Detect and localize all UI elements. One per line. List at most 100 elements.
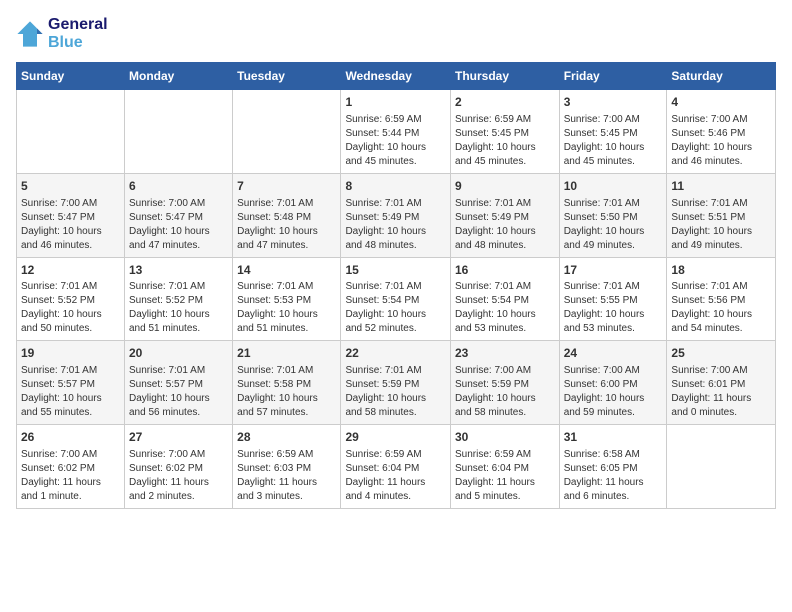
day-info: Sunrise: 7:01 AM Sunset: 5:50 PM Dayligh… [564,197,663,253]
day-info: Sunrise: 7:01 AM Sunset: 5:56 PM Dayligh… [671,280,771,336]
calendar-cell: 12Sunrise: 7:01 AM Sunset: 5:52 PM Dayli… [17,257,125,341]
day-info: Sunrise: 7:01 AM Sunset: 5:57 PM Dayligh… [21,364,120,420]
calendar-cell: 23 Sunrise: 7:00 AM Sunset: 5:59 PM Dayli… [450,341,559,425]
calendar-cell: 19 Sunrise: 7:01 AM Sunset: 5:57 PM Dayli… [17,341,125,425]
day-info: Sunrise: 6:59 AM Sunset: 6:04 PM Dayligh… [345,448,446,504]
day-number: 10 [564,178,663,195]
day-info: Sunrise: 6:58 AM Sunset: 6:05 PM Dayligh… [564,448,663,504]
calendar-cell: 31 Sunrise: 6:58 AM Sunset: 6:05 PM Dayli… [559,425,667,509]
day-number: 14 [237,262,336,279]
day-info: Sunrise: 7:00 AM Sunset: 5:45 PM Dayligh… [564,113,663,169]
day-info: Sunrise: 7:01 AM Sunset: 5:57 PM Dayligh… [129,364,228,420]
calendar-cell: 30 Sunrise: 6:59 AM Sunset: 6:04 PM Dayli… [450,425,559,509]
calendar-cell: 7 Sunrise: 7:01 AM Sunset: 5:48 PM Daylig… [233,173,341,257]
day-number: 22 [345,345,446,362]
day-number: 1 [345,94,446,111]
day-info: Sunrise: 7:00 AM Sunset: 6:01 PM Dayligh… [671,364,771,420]
calendar-cell: 15Sunrise: 7:01 AM Sunset: 5:54 PM Dayli… [341,257,451,341]
calendar-cell: 13Sunrise: 7:01 AM Sunset: 5:52 PM Dayli… [125,257,233,341]
calendar-cell [125,90,233,174]
day-number: 20 [129,345,228,362]
day-info: Sunrise: 7:00 AM Sunset: 5:47 PM Dayligh… [129,197,228,253]
calendar-week-row: 26 Sunrise: 7:00 AM Sunset: 6:02 PM Dayli… [17,425,776,509]
day-info: Sunrise: 7:00 AM Sunset: 6:02 PM Dayligh… [21,448,120,504]
calendar-cell: 22 Sunrise: 7:01 AM Sunset: 5:59 PM Dayli… [341,341,451,425]
calendar-cell: 27 Sunrise: 7:00 AM Sunset: 6:02 PM Dayli… [125,425,233,509]
header-saturday: Saturday [667,63,776,90]
day-number: 19 [21,345,120,362]
day-number: 27 [129,429,228,446]
calendar-cell: 5 Sunrise: 7:00 AM Sunset: 5:47 PM Daylig… [17,173,125,257]
calendar-week-row: 1 Sunrise: 6:59 AM Sunset: 5:44 PM Daylig… [17,90,776,174]
calendar-cell: 25Sunrise: 7:00 AM Sunset: 6:01 PM Dayli… [667,341,776,425]
day-number: 31 [564,429,663,446]
day-info: Sunrise: 7:00 AM Sunset: 5:59 PM Dayligh… [455,364,555,420]
day-info: Sunrise: 7:01 AM Sunset: 5:54 PM Dayligh… [345,280,446,336]
day-info: Sunrise: 7:00 AM Sunset: 6:02 PM Dayligh… [129,448,228,504]
day-info: Sunrise: 7:01 AM Sunset: 5:49 PM Dayligh… [345,197,446,253]
logo-text: General Blue [48,16,108,52]
day-number: 23 [455,345,555,362]
day-number: 8 [345,178,446,195]
day-number: 15 [345,262,446,279]
day-number: 26 [21,429,120,446]
day-number: 5 [21,178,120,195]
calendar-cell: 2Sunrise: 6:59 AM Sunset: 5:45 PM Daylig… [450,90,559,174]
header-wednesday: Wednesday [341,63,451,90]
day-number: 21 [237,345,336,362]
calendar-week-row: 5 Sunrise: 7:00 AM Sunset: 5:47 PM Daylig… [17,173,776,257]
calendar-cell: 26 Sunrise: 7:00 AM Sunset: 6:02 PM Dayli… [17,425,125,509]
calendar-cell: 24 Sunrise: 7:00 AM Sunset: 6:00 PM Dayli… [559,341,667,425]
calendar-cell: 20 Sunrise: 7:01 AM Sunset: 5:57 PM Dayli… [125,341,233,425]
day-info: Sunrise: 7:00 AM Sunset: 6:00 PM Dayligh… [564,364,663,420]
calendar-cell: 8 Sunrise: 7:01 AM Sunset: 5:49 PM Daylig… [341,173,451,257]
day-info: Sunrise: 7:01 AM Sunset: 5:52 PM Dayligh… [129,280,228,336]
day-number: 30 [455,429,555,446]
calendar-cell: 21 Sunrise: 7:01 AM Sunset: 5:58 PM Dayli… [233,341,341,425]
calendar-cell: 6Sunrise: 7:00 AM Sunset: 5:47 PM Daylig… [125,173,233,257]
day-number: 4 [671,94,771,111]
day-number: 28 [237,429,336,446]
calendar-cell: 10 Sunrise: 7:01 AM Sunset: 5:50 PM Dayli… [559,173,667,257]
logo-icon [16,20,44,48]
calendar-cell [667,425,776,509]
day-number: 16 [455,262,555,279]
day-info: Sunrise: 7:01 AM Sunset: 5:48 PM Dayligh… [237,197,336,253]
calendar-cell [17,90,125,174]
calendar-table: SundayMondayTuesdayWednesdayThursdayFrid… [16,62,776,509]
calendar-cell: 29 Sunrise: 6:59 AM Sunset: 6:04 PM Dayli… [341,425,451,509]
day-info: Sunrise: 7:00 AM Sunset: 5:46 PM Dayligh… [671,113,771,169]
calendar-cell [233,90,341,174]
day-info: Sunrise: 7:00 AM Sunset: 5:47 PM Dayligh… [21,197,120,253]
calendar-cell: 16Sunrise: 7:01 AM Sunset: 5:54 PM Dayli… [450,257,559,341]
calendar-cell: 3Sunrise: 7:00 AM Sunset: 5:45 PM Daylig… [559,90,667,174]
day-number: 9 [455,178,555,195]
day-number: 24 [564,345,663,362]
calendar-header-row: SundayMondayTuesdayWednesdayThursdayFrid… [17,63,776,90]
calendar-cell: 17Sunrise: 7:01 AM Sunset: 5:55 PM Dayli… [559,257,667,341]
calendar-week-row: 12Sunrise: 7:01 AM Sunset: 5:52 PM Dayli… [17,257,776,341]
day-info: Sunrise: 7:01 AM Sunset: 5:54 PM Dayligh… [455,280,555,336]
day-info: Sunrise: 7:01 AM Sunset: 5:52 PM Dayligh… [21,280,120,336]
day-info: Sunrise: 6:59 AM Sunset: 6:04 PM Dayligh… [455,448,555,504]
calendar-cell: 11Sunrise: 7:01 AM Sunset: 5:51 PM Dayli… [667,173,776,257]
day-info: Sunrise: 7:01 AM Sunset: 5:53 PM Dayligh… [237,280,336,336]
header-thursday: Thursday [450,63,559,90]
calendar-cell: 14Sunrise: 7:01 AM Sunset: 5:53 PM Dayli… [233,257,341,341]
calendar-cell: 4 Sunrise: 7:00 AM Sunset: 5:46 PM Daylig… [667,90,776,174]
day-number: 12 [21,262,120,279]
day-info: Sunrise: 6:59 AM Sunset: 5:45 PM Dayligh… [455,113,555,169]
day-number: 7 [237,178,336,195]
day-number: 11 [671,178,771,195]
day-info: Sunrise: 6:59 AM Sunset: 5:44 PM Dayligh… [345,113,446,169]
day-number: 18 [671,262,771,279]
header-tuesday: Tuesday [233,63,341,90]
day-info: Sunrise: 7:01 AM Sunset: 5:58 PM Dayligh… [237,364,336,420]
page-header: General Blue [16,16,776,52]
day-number: 29 [345,429,446,446]
calendar-cell: 9Sunrise: 7:01 AM Sunset: 5:49 PM Daylig… [450,173,559,257]
day-info: Sunrise: 7:01 AM Sunset: 5:55 PM Dayligh… [564,280,663,336]
day-info: Sunrise: 7:01 AM Sunset: 5:59 PM Dayligh… [345,364,446,420]
day-number: 17 [564,262,663,279]
calendar-week-row: 19 Sunrise: 7:01 AM Sunset: 5:57 PM Dayli… [17,341,776,425]
